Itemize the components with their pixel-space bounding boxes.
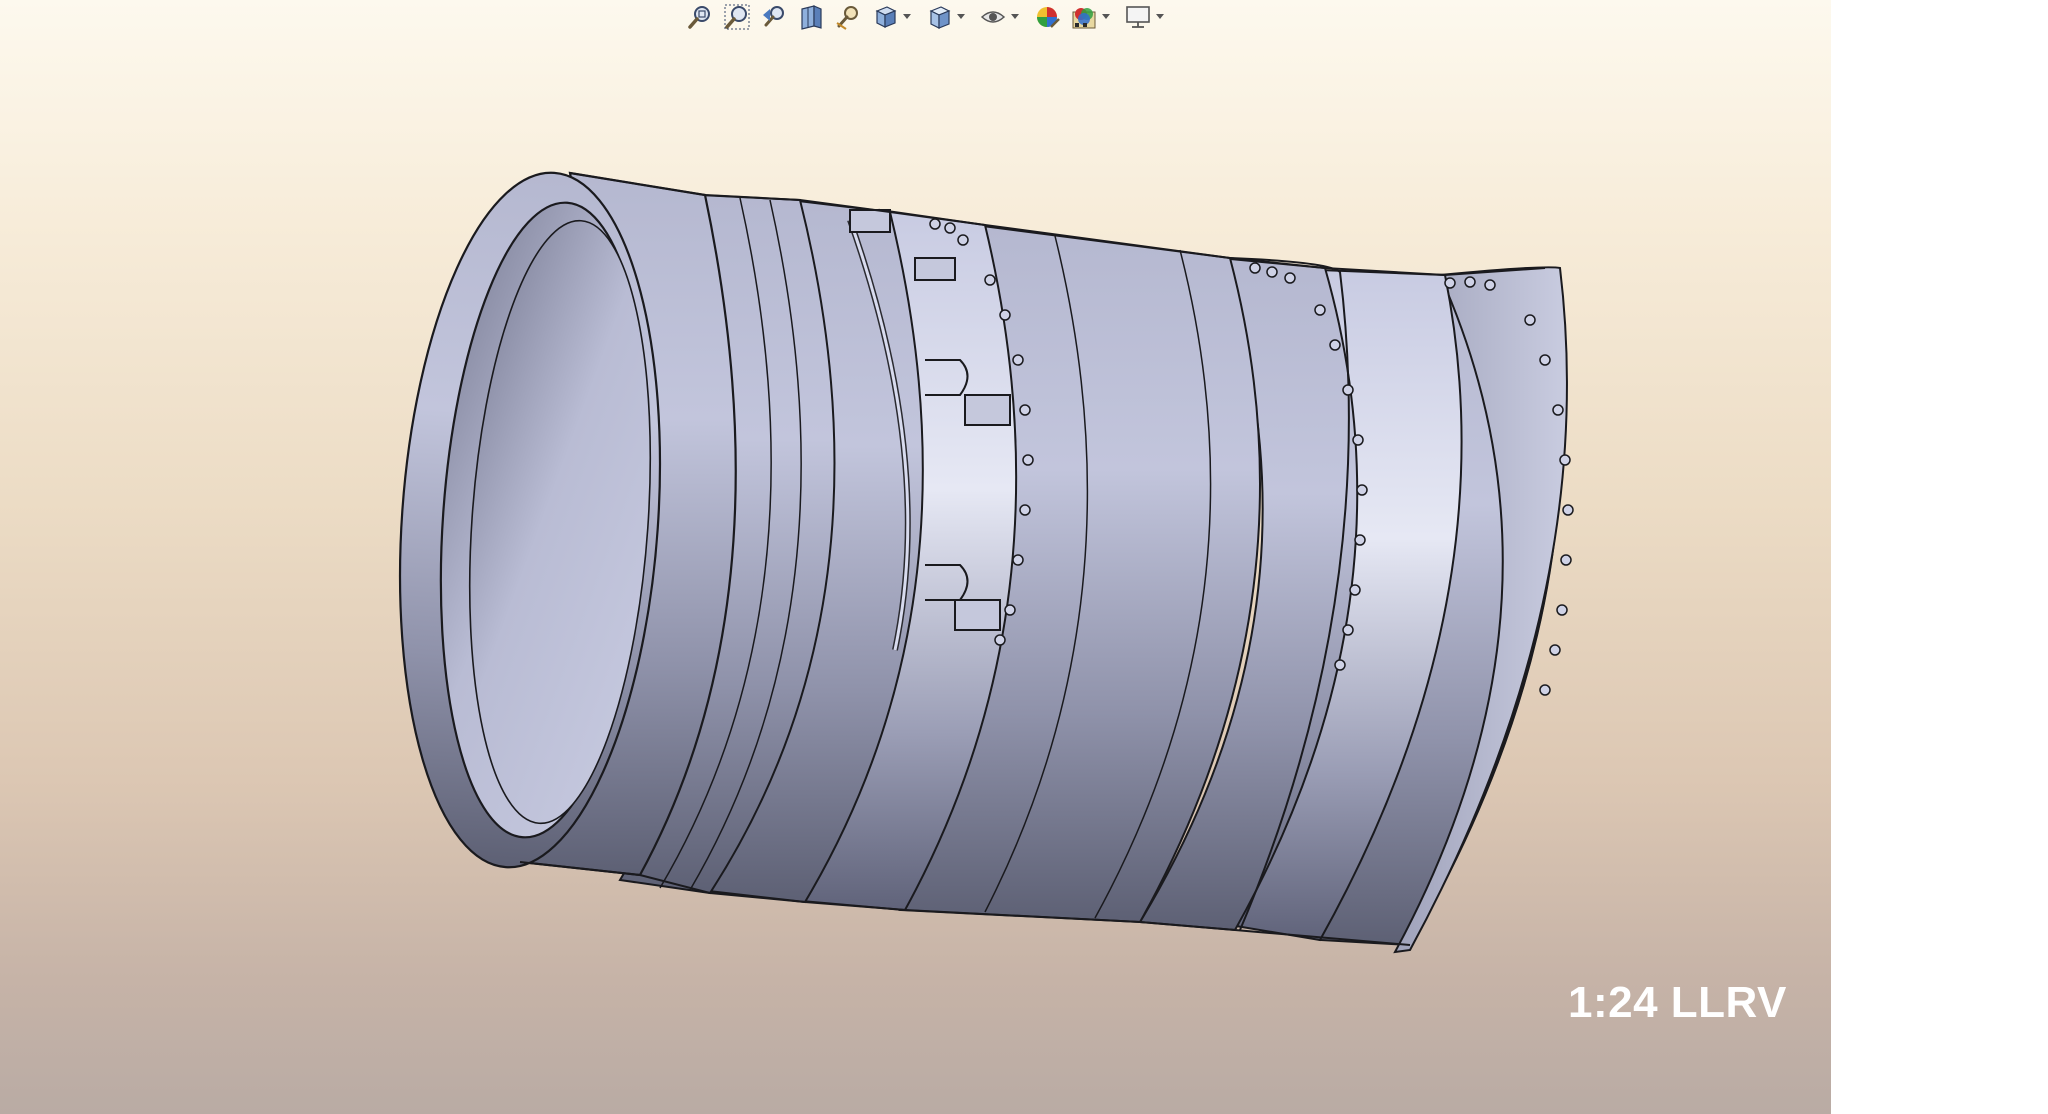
3d-model-view[interactable] [0, 0, 1831, 1114]
page-margin [1831, 0, 2048, 1114]
graphics-viewport[interactable]: 1:24 LLRV [0, 0, 1831, 1114]
scale-label: 1:24 LLRV [1568, 978, 1787, 1027]
intake-lip [398, 171, 737, 877]
